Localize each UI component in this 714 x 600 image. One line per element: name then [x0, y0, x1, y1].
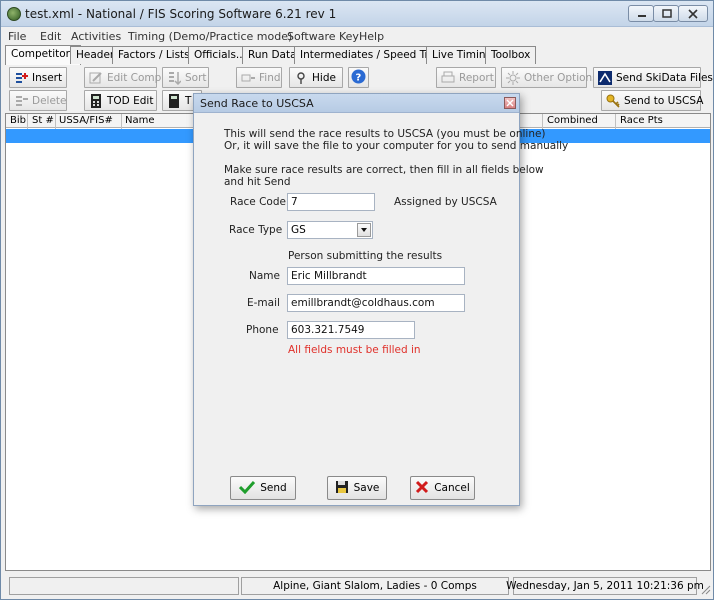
status-bar: Alpine, Giant Slalom, Ladies - 0 Comps W…	[5, 575, 711, 597]
phone-input[interactable]	[287, 321, 415, 339]
close-icon	[688, 9, 698, 19]
tab-bar: Competitors Header Factors / Lists... Of…	[5, 45, 709, 65]
dialog-title-bar: Send Race to USCSA	[194, 94, 519, 113]
column-race-pts[interactable]: Race Pts	[620, 115, 663, 126]
checkmark-icon	[239, 480, 256, 497]
person-heading: Person submitting the results	[288, 250, 443, 262]
send-race-dialog: Send Race to USCSA This will send the ra…	[193, 93, 568, 506]
name-label: Name	[249, 270, 280, 282]
phone-label: Phone	[246, 324, 279, 336]
skidata-logo-icon	[598, 70, 612, 85]
find-button[interactable]: Find	[236, 67, 282, 88]
sort-button[interactable]: Sort	[162, 67, 209, 88]
name-input[interactable]	[287, 267, 465, 285]
close-button[interactable]	[678, 5, 708, 22]
race-code-input[interactable]	[287, 193, 375, 211]
email-label: E-mail	[247, 297, 280, 309]
calculator-icon	[89, 93, 103, 108]
assigned-note: Assigned by USCSA	[394, 196, 497, 208]
edit-icon	[89, 71, 103, 85]
tab-toolbox[interactable]: Toolbox	[485, 46, 537, 64]
cancel-button[interactable]: Cancel	[410, 476, 475, 500]
other-options-button[interactable]: Other Options	[501, 67, 598, 88]
edit-comp-button[interactable]: Edit Comp	[84, 67, 161, 88]
race-code-label: Race Code	[230, 196, 286, 208]
tod-edit-button[interactable]: TOD Edit	[84, 90, 157, 111]
help-button[interactable]: ?	[348, 67, 369, 88]
status-empty	[9, 577, 239, 595]
save-disk-icon	[335, 480, 349, 497]
send-skidata-button[interactable]: Send SkiData Files	[593, 67, 713, 88]
chevron-down-icon[interactable]	[357, 223, 371, 237]
race-type-value: GS	[291, 224, 306, 236]
maximize-icon	[662, 9, 672, 18]
hide-button[interactable]: Hide	[289, 67, 343, 88]
status-event: Alpine, Giant Slalom, Ladies - 0 Comps	[241, 577, 509, 595]
help-icon: ?	[351, 69, 366, 87]
delete-icon	[14, 94, 28, 108]
menu-bar: File Edit Activities Timing (Demo/Practi…	[1, 27, 713, 45]
app-logo-icon	[7, 7, 21, 21]
column-start-number[interactable]: St #	[32, 115, 54, 126]
find-icon	[241, 71, 255, 85]
menu-help[interactable]: Help	[359, 30, 384, 43]
dialog-title: Send Race to USCSA	[200, 97, 314, 110]
pin-icon	[294, 71, 308, 85]
key-icon	[606, 94, 620, 108]
minimize-button[interactable]	[628, 5, 654, 22]
send-to-uscsa-button[interactable]: Send to USCSA	[601, 90, 703, 111]
race-type-select[interactable]: GS	[287, 221, 373, 239]
cancel-x-icon	[415, 480, 429, 497]
toolbar-primary: Insert Edit Comp Sort Find Hide ? Report…	[5, 66, 713, 90]
intro-line-1: This will send the race results to USCSA…	[224, 128, 546, 140]
report-button[interactable]: Report	[436, 67, 496, 88]
svg-text:?: ?	[356, 72, 362, 83]
menu-software-key[interactable]: Software Key	[287, 30, 359, 43]
intro-line-2: Or, it will save the file to your comput…	[224, 140, 569, 152]
instruct-line-1: Make sure race results are correct, then…	[224, 164, 544, 176]
menu-activities[interactable]: Activities	[71, 30, 121, 43]
column-ussa-fis[interactable]: USSA/FIS#	[59, 115, 113, 126]
column-name[interactable]: Name	[125, 115, 155, 126]
email-input[interactable]	[287, 294, 465, 312]
menu-timing[interactable]: Timing (Demo/Practice mode)	[128, 30, 292, 43]
race-type-label: Race Type	[229, 224, 283, 236]
title-bar: test.xml - National / FIS Scoring Softwa…	[1, 1, 713, 27]
dialog-close-button[interactable]	[504, 97, 516, 109]
resize-grip-icon[interactable]	[699, 583, 711, 595]
options-sun-icon	[506, 70, 520, 85]
instruct-line-2: and hit Send	[224, 176, 291, 188]
printer-icon	[441, 71, 455, 85]
column-combined[interactable]: Combined	[547, 115, 598, 126]
column-bib[interactable]: Bib	[10, 115, 26, 126]
window-title: test.xml - National / FIS Scoring Softwa…	[25, 7, 337, 21]
menu-edit[interactable]: Edit	[40, 30, 61, 43]
status-datetime: Wednesday, Jan 5, 2011 10:21:36 pm	[506, 577, 704, 595]
sort-icon	[167, 71, 182, 85]
delete-button[interactable]: Delete	[9, 90, 67, 111]
close-icon	[506, 99, 514, 107]
send-button[interactable]: Send	[230, 476, 296, 500]
maximize-button[interactable]	[653, 5, 679, 22]
insert-icon	[14, 71, 28, 85]
calculator-icon	[167, 93, 181, 108]
minimize-icon	[638, 15, 646, 17]
insert-button[interactable]: Insert	[9, 67, 67, 88]
validation-warning: All fields must be filled in	[288, 344, 421, 356]
save-button[interactable]: Save	[327, 476, 387, 500]
menu-file[interactable]: File	[8, 30, 26, 43]
